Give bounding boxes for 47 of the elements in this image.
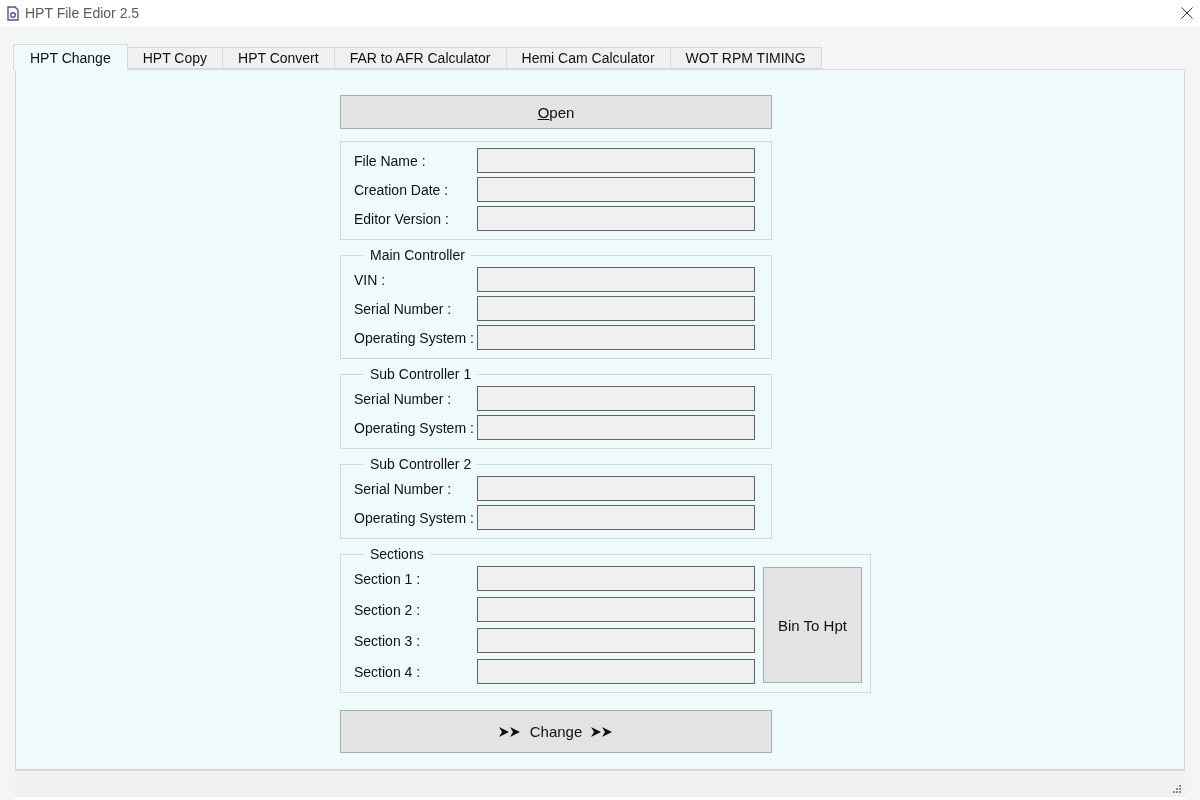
text-field[interactable] — [477, 296, 755, 321]
open-button[interactable]: Open — [340, 95, 772, 129]
change-button[interactable]: Change — [340, 710, 772, 753]
text-field[interactable] — [477, 476, 755, 501]
text-field[interactable] — [477, 206, 755, 231]
text-field[interactable] — [477, 597, 755, 622]
field-label: Section 4 : — [354, 663, 422, 680]
field-label: Section 3 : — [354, 632, 422, 649]
tab[interactable]: FAR to AFR Calculator — [333, 47, 507, 69]
window-title: HPT File Edior 2.5 — [25, 5, 141, 21]
double-arrowhead-icon — [591, 726, 614, 737]
text-field[interactable] — [477, 177, 755, 202]
field-label: Operating System : — [354, 329, 475, 346]
text-field[interactable] — [477, 386, 755, 411]
group-title: Sections — [369, 546, 425, 562]
field-label: Creation Date : — [354, 181, 450, 198]
tab[interactable]: HPT Change — [13, 44, 128, 70]
close-icon[interactable] — [1181, 7, 1193, 19]
group-title: Main Controller — [369, 247, 466, 263]
group-title: Sub Controller 2 — [369, 456, 473, 472]
text-field[interactable] — [477, 566, 755, 591]
field-label: Section 1 : — [354, 570, 422, 587]
field-label: File Name : — [354, 152, 427, 169]
document-icon — [7, 5, 19, 21]
tab[interactable]: Hemi Cam Calculator — [505, 47, 671, 69]
resize-grip-icon[interactable] — [1173, 785, 1181, 793]
field-label: Editor Version : — [354, 210, 450, 227]
tab[interactable]: HPT Convert — [222, 47, 335, 69]
field-label: Operating System : — [354, 509, 475, 526]
tab[interactable]: WOT RPM TIMING — [669, 47, 822, 69]
text-field[interactable] — [477, 628, 755, 653]
text-field[interactable] — [477, 659, 755, 684]
field-label: Operating System : — [354, 419, 475, 436]
field-label: Serial Number : — [354, 480, 453, 497]
bin-to-hpt-button[interactable]: Bin To Hpt — [763, 567, 862, 683]
field-label: VIN : — [354, 271, 387, 288]
field-label: Section 2 : — [354, 601, 422, 618]
text-field[interactable] — [477, 267, 755, 292]
text-field[interactable] — [477, 325, 755, 350]
double-arrowhead-icon — [498, 726, 521, 737]
field-label: Serial Number : — [354, 300, 453, 317]
group-title: Sub Controller 1 — [369, 366, 473, 382]
field-label: Serial Number : — [354, 390, 453, 407]
tab[interactable]: HPT Copy — [126, 47, 223, 69]
text-field[interactable] — [477, 148, 755, 173]
text-field[interactable] — [477, 415, 755, 440]
text-field[interactable] — [477, 505, 755, 530]
